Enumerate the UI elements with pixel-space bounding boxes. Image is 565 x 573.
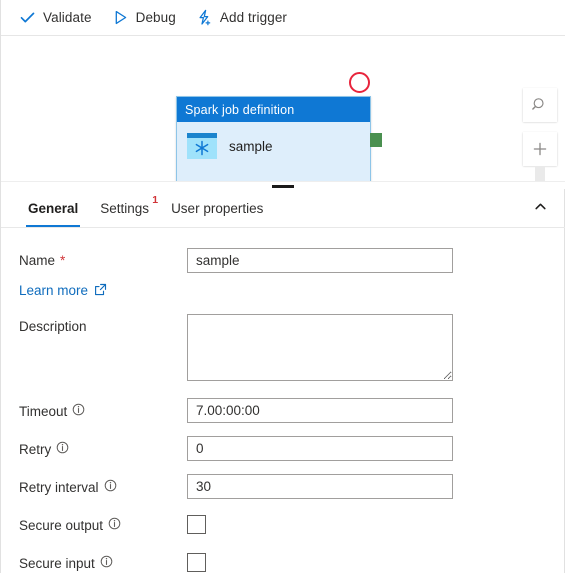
annotation-circle xyxy=(349,72,370,93)
tab-user-properties[interactable]: User properties xyxy=(160,190,274,227)
name-label-text: Name xyxy=(19,253,56,268)
info-icon[interactable] xyxy=(56,441,69,457)
name-control xyxy=(187,248,550,273)
learn-more-row: Learn more xyxy=(1,282,565,300)
description-control xyxy=(187,314,550,386)
info-icon[interactable] xyxy=(108,517,121,533)
pipeline-activity-editor: Validate Debug Add trigger Spark job def… xyxy=(0,0,565,573)
activity-output-connector[interactable] xyxy=(370,133,382,147)
zoom-slider-track[interactable] xyxy=(535,166,545,181)
retry-input[interactable] xyxy=(187,436,453,461)
panel-splitter[interactable] xyxy=(1,181,565,189)
secure-output-checkbox[interactable] xyxy=(187,515,206,534)
retry-label: Retry xyxy=(19,436,187,457)
retry-interval-control xyxy=(187,474,550,499)
tab-general[interactable]: General xyxy=(17,190,89,227)
debug-label: Debug xyxy=(135,10,176,25)
pipeline-canvas[interactable]: Spark job definition sample xyxy=(1,36,565,181)
tab-settings-badge: 1 xyxy=(152,194,159,206)
validate-label: Validate xyxy=(43,10,92,25)
retry-label-text: Retry xyxy=(19,441,52,457)
learn-more-link[interactable]: Learn more xyxy=(19,283,107,299)
field-row-secure-input: Secure input xyxy=(1,550,565,573)
timeout-control xyxy=(187,398,550,423)
checkmark-icon xyxy=(19,9,36,26)
activity-node-actions xyxy=(177,170,370,181)
pipeline-toolbar: Validate Debug Add trigger xyxy=(1,0,565,36)
name-label: Name * xyxy=(19,248,187,268)
field-row-timeout: Timeout xyxy=(1,398,565,424)
secure-input-label-text: Secure input xyxy=(19,555,95,571)
add-trigger-label: Add trigger xyxy=(219,10,288,25)
canvas-zoom-controls xyxy=(523,88,557,181)
field-row-retry: Retry xyxy=(1,436,565,462)
field-row-name: Name * xyxy=(1,248,565,274)
activity-node-body: sample xyxy=(177,122,370,170)
info-icon[interactable] xyxy=(100,555,113,571)
learn-more-label: Learn more xyxy=(19,283,89,298)
secure-output-control xyxy=(187,512,550,534)
field-row-secure-output: Secure output xyxy=(1,512,565,538)
tab-settings-label: Settings xyxy=(100,201,150,216)
retry-control xyxy=(187,436,550,461)
lightning-plus-icon xyxy=(196,9,213,26)
required-asterisk: * xyxy=(60,253,66,268)
name-input[interactable] xyxy=(187,248,453,273)
activity-node-title: Spark job definition xyxy=(177,97,370,122)
secure-input-control xyxy=(187,550,550,572)
spark-asterisk-icon xyxy=(187,133,217,159)
retry-interval-input[interactable] xyxy=(187,474,453,499)
timeout-input[interactable] xyxy=(187,398,453,423)
properties-tabbar: General Settings 1 User properties xyxy=(1,190,565,228)
secure-output-label-text: Secure output xyxy=(19,517,104,533)
tab-general-label: General xyxy=(28,201,79,216)
info-icon[interactable] xyxy=(104,479,117,495)
activity-node-name: sample xyxy=(229,138,273,154)
activity-node-spark-job-definition[interactable]: Spark job definition sample xyxy=(176,96,371,181)
chevron-up-icon xyxy=(533,199,548,219)
tab-user-properties-label: User properties xyxy=(171,201,264,216)
field-row-description: Description xyxy=(1,314,565,386)
retry-interval-label: Retry interval xyxy=(19,474,187,495)
zoom-in-icon[interactable] xyxy=(523,132,557,166)
activity-node-title-label: Spark job definition xyxy=(185,102,295,117)
secure-output-label: Secure output xyxy=(19,512,187,533)
timeout-label-text: Timeout xyxy=(19,403,68,419)
debug-button[interactable]: Debug xyxy=(106,4,186,32)
description-textarea[interactable] xyxy=(187,314,453,381)
zoom-to-fit-icon[interactable] xyxy=(523,88,557,122)
retry-interval-label-text: Retry interval xyxy=(19,479,99,495)
tab-settings[interactable]: Settings 1 xyxy=(89,190,160,227)
description-label: Description xyxy=(19,314,187,334)
secure-input-checkbox[interactable] xyxy=(187,553,206,572)
play-triangle-icon xyxy=(112,9,129,26)
secure-input-label: Secure input xyxy=(19,550,187,571)
info-icon[interactable] xyxy=(72,403,85,419)
description-label-text: Description xyxy=(19,319,87,334)
add-trigger-button[interactable]: Add trigger xyxy=(190,4,297,32)
external-link-icon xyxy=(94,283,107,299)
general-tab-form: Name * Learn more Descri xyxy=(1,228,565,573)
validate-button[interactable]: Validate xyxy=(13,4,102,32)
collapse-panel-button[interactable] xyxy=(526,196,554,222)
splitter-grip[interactable] xyxy=(272,185,294,188)
timeout-label: Timeout xyxy=(19,398,187,419)
field-row-retry-interval: Retry interval xyxy=(1,474,565,500)
